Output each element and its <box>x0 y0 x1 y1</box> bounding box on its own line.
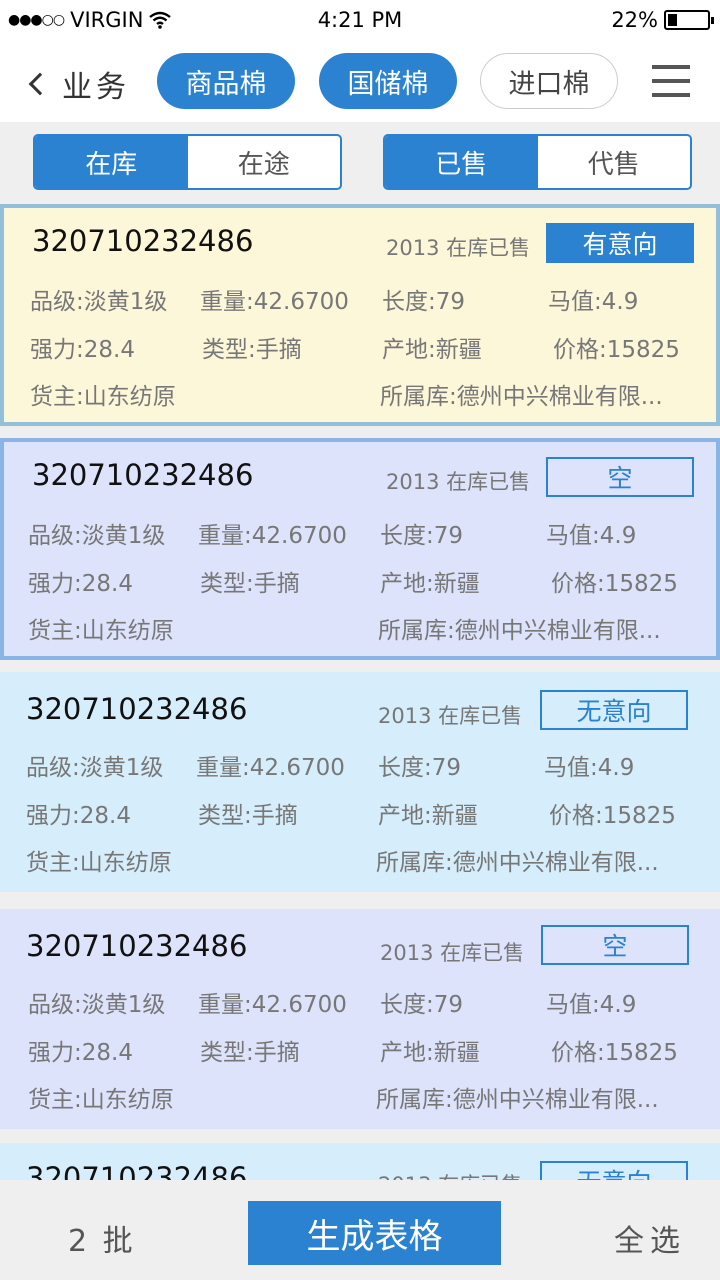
status-bar: ●●●○○ VIRGIN 4:21 PM 22% <box>0 0 720 40</box>
grade: 品级:淡黄1级 <box>28 992 166 1018</box>
tab-imported-cotton[interactable]: 进口棉 <box>480 53 618 109</box>
generate-table-button[interactable]: 生成表格 <box>248 1201 501 1265</box>
grade: 品级:淡黄1级 <box>26 755 164 781</box>
filter-sold[interactable]: 已售 <box>385 136 538 188</box>
battery-percent: 22% <box>611 8 658 32</box>
list-item[interactable]: 320710232486 2013 在库已售 无意向 <box>0 1143 720 1183</box>
length: 长度:79 <box>380 523 464 549</box>
back-button[interactable]: 业务 <box>26 62 130 106</box>
batch-meta: 2013 在库已售 <box>378 704 523 728</box>
batch-id: 320710232486 <box>26 692 248 726</box>
type: 类型:手摘 <box>200 1040 300 1066</box>
micronaire: 马值:4.9 <box>546 523 637 549</box>
sale-filter: 已售 代售 <box>383 134 692 190</box>
origin: 产地:新疆 <box>380 1040 480 1066</box>
batch-id: 320710232486 <box>32 224 254 258</box>
weight: 重量:42.6700 <box>196 755 345 781</box>
list-item[interactable]: 320710232486 2013 在库已售 空 品级:淡黄1级 重量:42.6… <box>0 438 720 660</box>
menu-icon[interactable] <box>652 65 690 97</box>
warehouse: 所属库:德州中兴棉业有限... <box>380 384 663 410</box>
owner: 货主:山东纺原 <box>28 1087 174 1113</box>
list-item[interactable]: 320710232486 2013 在库已售 空 品级:淡黄1级 重量:42.6… <box>0 909 720 1129</box>
weight: 重量:42.6700 <box>198 992 347 1018</box>
owner: 货主:山东纺原 <box>28 618 174 644</box>
tab-commodity-cotton[interactable]: 商品棉 <box>157 53 295 109</box>
bottom-bar: 2 批 生成表格 全选 <box>0 1180 720 1280</box>
batch-meta: 2013 在库已售 <box>386 470 531 494</box>
chevron-left-icon <box>28 72 52 96</box>
list-item[interactable]: 320710232486 2013 在库已售 无意向 品级:淡黄1级 重量:42… <box>0 672 720 892</box>
strength: 强力:28.4 <box>30 337 135 363</box>
length: 长度:79 <box>382 289 466 315</box>
price: 价格:15825 <box>551 571 678 597</box>
micronaire: 马值:4.9 <box>548 289 639 315</box>
length: 长度:79 <box>380 992 464 1018</box>
intent-tag[interactable]: 空 <box>546 457 694 497</box>
price: 价格:15825 <box>551 1040 678 1066</box>
owner: 货主:山东纺原 <box>26 850 172 876</box>
intent-tag[interactable]: 无意向 <box>540 690 688 730</box>
batch-id: 320710232486 <box>32 458 254 492</box>
origin: 产地:新疆 <box>382 337 482 363</box>
type: 类型:手摘 <box>198 803 298 829</box>
owner: 货主:山东纺原 <box>30 384 176 410</box>
weight: 重量:42.6700 <box>198 523 347 549</box>
grade: 品级:淡黄1级 <box>28 523 166 549</box>
price: 价格:15825 <box>549 803 676 829</box>
strength: 强力:28.4 <box>28 571 133 597</box>
type: 类型:手摘 <box>200 571 300 597</box>
intent-tag[interactable]: 有意向 <box>546 223 694 263</box>
origin: 产地:新疆 <box>380 571 480 597</box>
batch-count: 2 批 <box>68 1224 136 1259</box>
warehouse: 所属库:德州中兴棉业有限... <box>376 1087 659 1113</box>
price: 价格:15825 <box>553 337 680 363</box>
filter-in-transit[interactable]: 在途 <box>188 136 341 188</box>
top-nav: 业务 商品棉 国储棉 进口棉 <box>0 40 720 122</box>
select-all-button[interactable]: 全选 <box>614 1216 686 1260</box>
location-filter: 在库 在途 <box>33 134 342 190</box>
micronaire: 马值:4.9 <box>544 755 635 781</box>
strength: 强力:28.4 <box>28 1040 133 1066</box>
filter-in-stock[interactable]: 在库 <box>35 136 188 188</box>
batch-meta: 2013 在库已售 <box>380 941 525 965</box>
back-label: 业务 <box>62 70 130 105</box>
micronaire: 马值:4.9 <box>546 992 637 1018</box>
origin: 产地:新疆 <box>378 803 478 829</box>
filter-consignment[interactable]: 代售 <box>538 136 691 188</box>
weight: 重量:42.6700 <box>200 289 349 315</box>
grade: 品级:淡黄1级 <box>30 289 168 315</box>
warehouse: 所属库:德州中兴棉业有限... <box>376 850 659 876</box>
strength: 强力:28.4 <box>26 803 131 829</box>
intent-tag[interactable]: 空 <box>541 925 689 965</box>
tab-reserve-cotton[interactable]: 国储棉 <box>319 53 457 109</box>
battery-icon <box>664 10 714 30</box>
batch-meta: 2013 在库已售 <box>386 236 531 260</box>
warehouse: 所属库:德州中兴棉业有限... <box>378 618 661 644</box>
type: 类型:手摘 <box>202 337 302 363</box>
batch-id: 320710232486 <box>26 929 248 963</box>
list-item[interactable]: 320710232486 2013 在库已售 有意向 品级:淡黄1级 重量:42… <box>0 204 720 426</box>
length: 长度:79 <box>378 755 462 781</box>
